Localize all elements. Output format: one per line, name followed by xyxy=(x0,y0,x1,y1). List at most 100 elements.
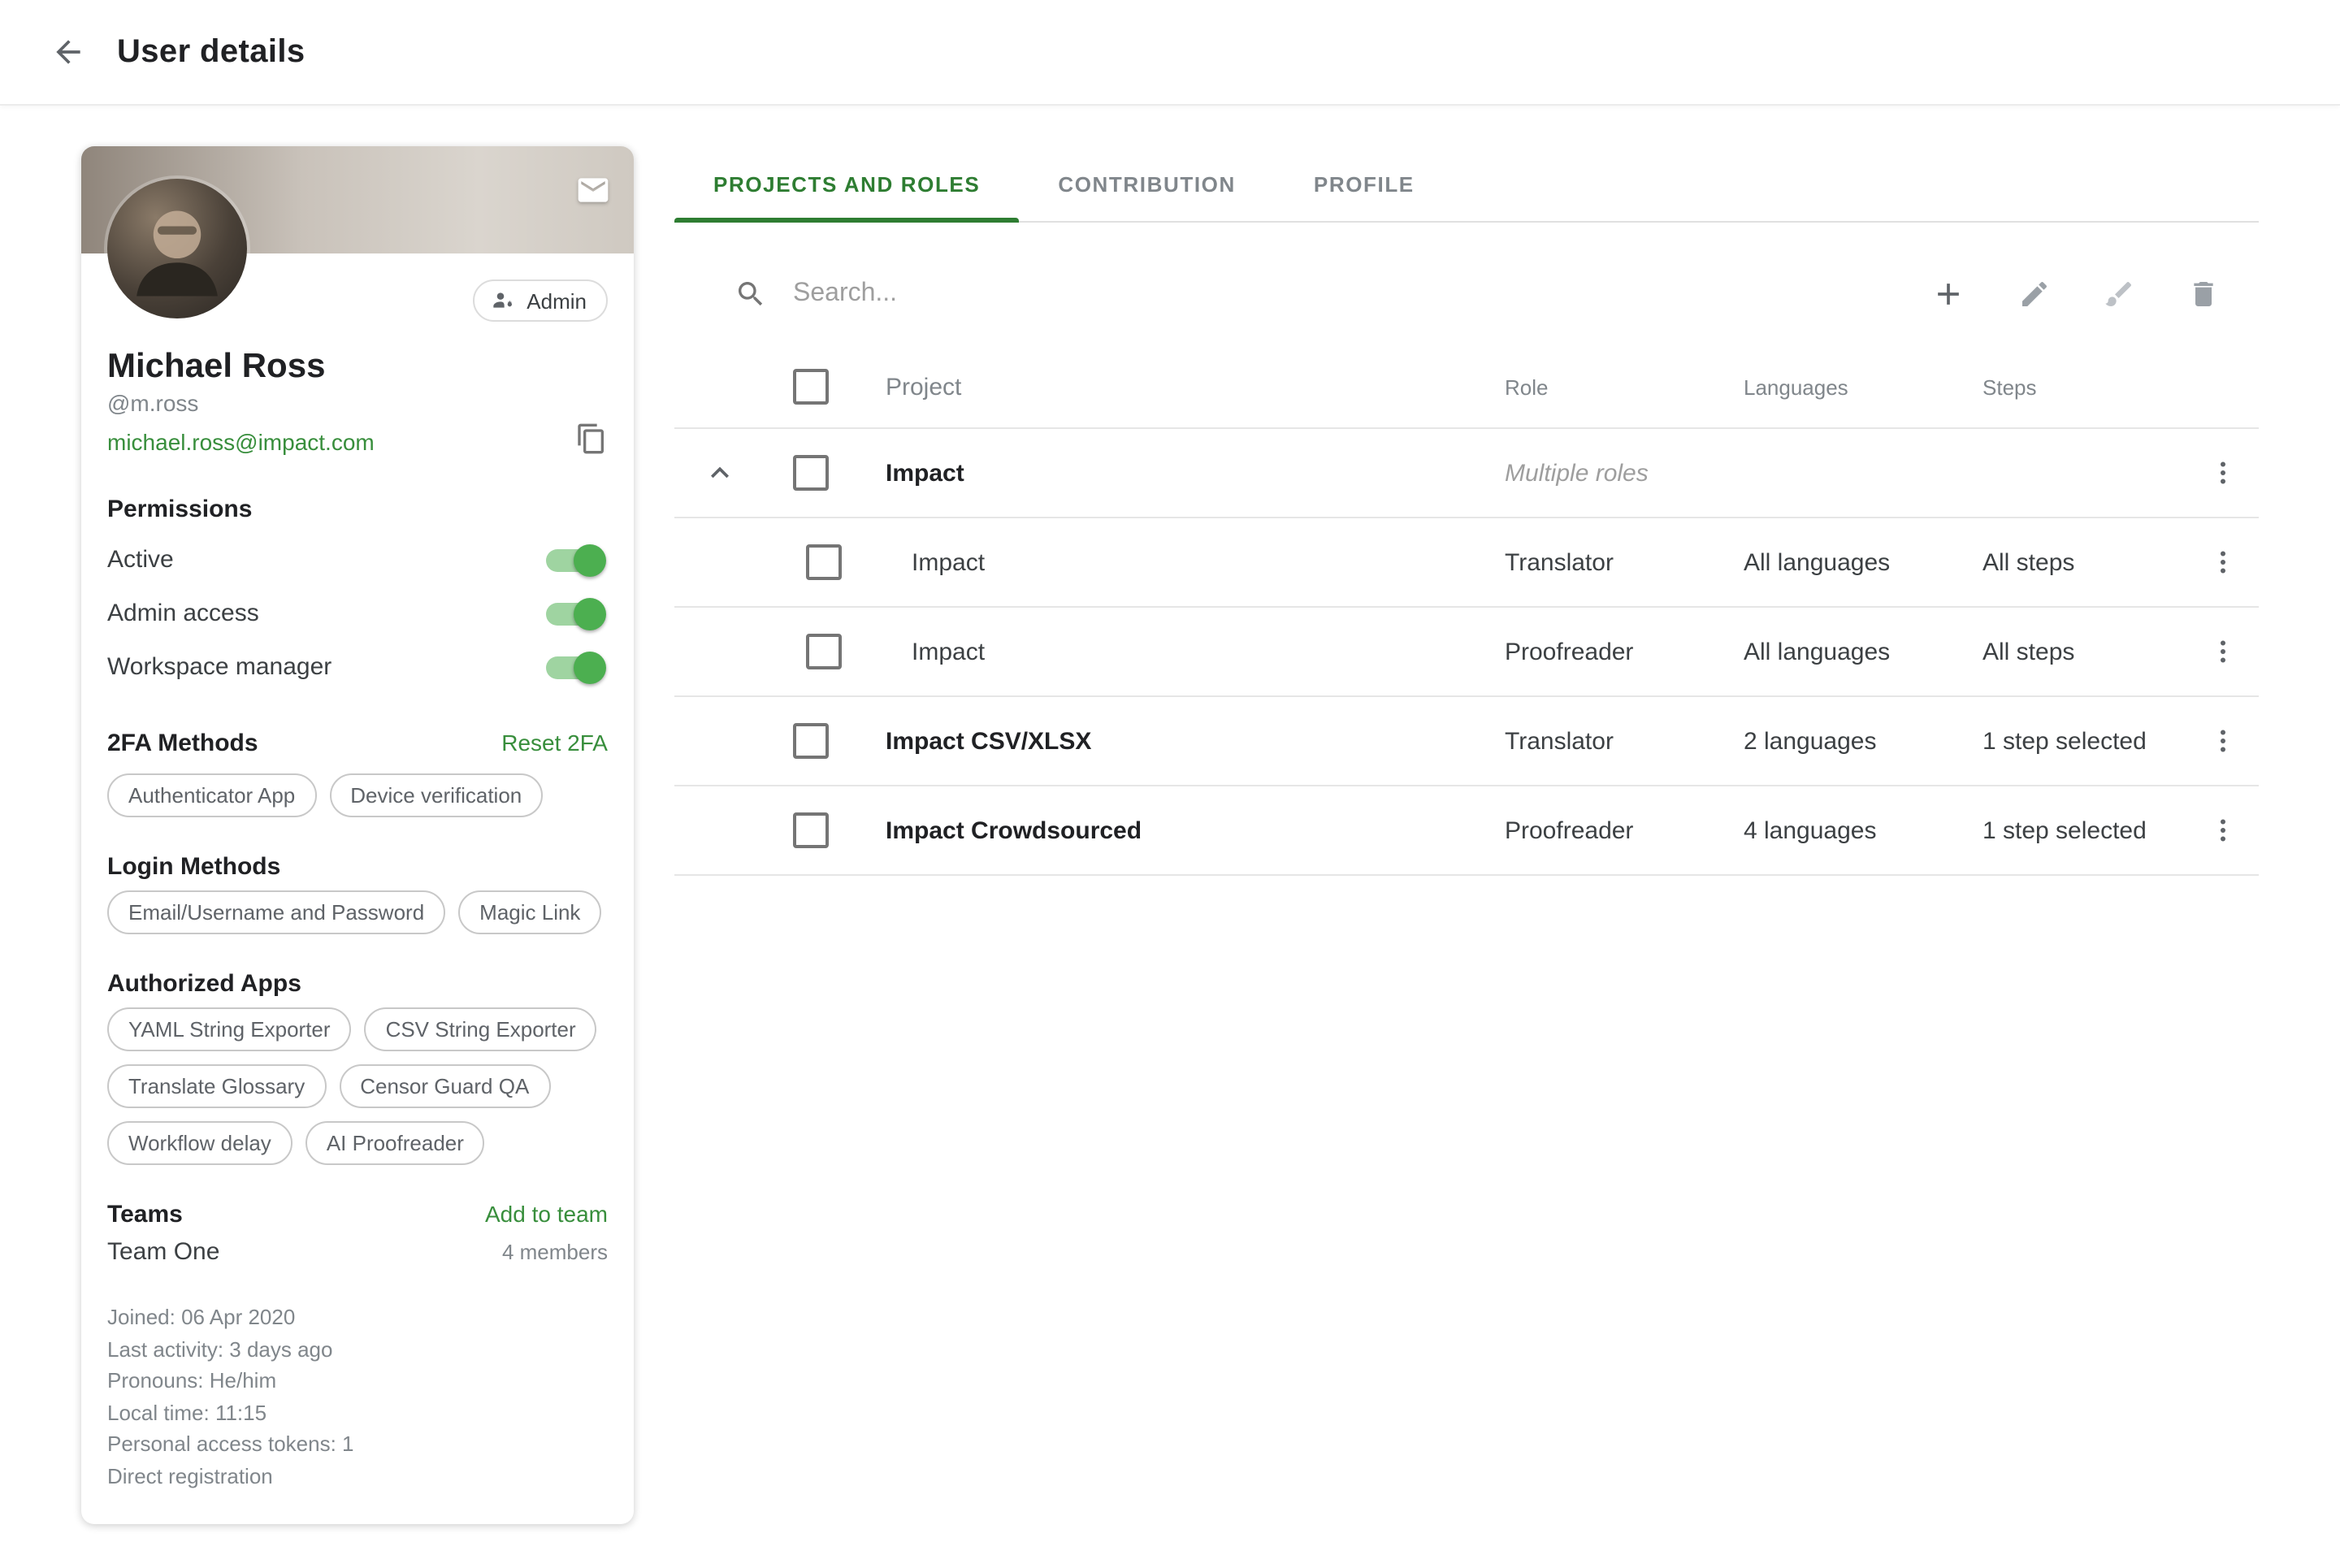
column-header-steps: Steps xyxy=(1982,375,2187,399)
user-meta: Joined: 06 Apr 2020 Last activity: 3 day… xyxy=(107,1302,608,1492)
page-title: User details xyxy=(117,33,306,71)
meta-last-activity: Last activity: 3 days ago xyxy=(107,1333,608,1365)
authorized-app-chips: YAML String Exporter CSV String Exporter… xyxy=(107,1007,608,1165)
twofa-chips: Authenticator App Device verification xyxy=(107,773,608,817)
role-value: Proofreader xyxy=(1505,638,1744,665)
meta-joined: Joined: 06 Apr 2020 xyxy=(107,1302,608,1333)
row-menu-kebab-icon[interactable] xyxy=(2205,812,2241,848)
table-row-group-impact: Impact Multiple roles xyxy=(674,429,2259,518)
projects-table: Project Role Languages Steps Impact Mult… xyxy=(674,346,2259,876)
tab-profile[interactable]: PROFILE xyxy=(1275,146,1454,221)
copy-email-icon[interactable] xyxy=(575,422,608,460)
row-checkbox[interactable] xyxy=(805,544,841,580)
admin-badge: Admin xyxy=(473,279,608,322)
steps-value: 1 step selected xyxy=(1982,727,2187,755)
toolbar-actions xyxy=(1924,270,2259,318)
row-menu-kebab-icon[interactable] xyxy=(2205,455,2241,491)
edit-pencil-icon[interactable] xyxy=(2012,271,2057,317)
meta-pronouns: Pronouns: He/him xyxy=(107,1365,608,1397)
role-value: Translator xyxy=(1505,548,1744,576)
chip-email-password: Email/Username and Password xyxy=(107,890,445,934)
table-row-impact-csv-xlsx: Impact CSV/XLSX Translator 2 languages 1… xyxy=(674,697,2259,786)
languages-value: All languages xyxy=(1744,638,1982,665)
user-handle: @m.ross xyxy=(107,390,608,416)
twofa-title: 2FA Methods xyxy=(107,730,258,757)
steps-value: 1 step selected xyxy=(1982,816,2187,844)
project-name: Impact CSV/XLSX xyxy=(856,727,1505,755)
row-menu-kebab-icon[interactable] xyxy=(2205,634,2241,669)
table-row-impact-proofreader: Impact Proofreader All languages All ste… xyxy=(674,608,2259,697)
chip-authenticator-app: Authenticator App xyxy=(107,773,316,817)
mail-icon[interactable] xyxy=(575,172,611,213)
workspace-manager-toggle[interactable] xyxy=(546,656,601,678)
row-menu-kebab-icon[interactable] xyxy=(2205,544,2241,580)
search-icon xyxy=(734,278,767,310)
chip-device-verification: Device verification xyxy=(329,773,543,817)
row-checkbox[interactable] xyxy=(805,634,841,669)
permissions-title: Permissions xyxy=(107,496,608,523)
avatar xyxy=(107,179,247,318)
admin-badge-label: Admin xyxy=(526,288,587,313)
role-value: Translator xyxy=(1505,727,1744,755)
role-value: Multiple roles xyxy=(1505,459,1744,487)
column-header-role: Role xyxy=(1505,375,1744,399)
login-method-chips: Email/Username and Password Magic Link xyxy=(107,890,608,934)
user-email-link[interactable]: michael.ross@impact.com xyxy=(107,428,375,454)
row-checkbox[interactable] xyxy=(793,812,829,848)
chip-yaml-string-exporter: YAML String Exporter xyxy=(107,1007,352,1051)
back-button[interactable] xyxy=(39,23,98,81)
steps-value: All steps xyxy=(1982,548,2187,576)
user-name: Michael Ross xyxy=(107,348,608,387)
search-input[interactable] xyxy=(790,278,1924,310)
search-box xyxy=(674,278,1924,310)
user-details-page: User details Admin Michael Ross @m.ross xyxy=(0,0,2340,1568)
authorized-apps-title: Authorized Apps xyxy=(107,970,608,998)
tab-contribution[interactable]: CONTRIBUTION xyxy=(1019,146,1275,221)
column-header-project: Project xyxy=(856,373,1505,401)
row-menu-kebab-icon[interactable] xyxy=(2205,723,2241,759)
languages-value: All languages xyxy=(1744,548,1982,576)
table-row-impact-translator: Impact Translator All languages All step… xyxy=(674,518,2259,608)
chip-ai-proofreader: AI Proofreader xyxy=(306,1121,485,1165)
row-checkbox[interactable] xyxy=(793,723,829,759)
add-to-team-link[interactable]: Add to team xyxy=(485,1201,608,1227)
languages-value: 2 languages xyxy=(1744,727,1982,755)
admin-access-toggle[interactable] xyxy=(546,602,601,625)
chip-translate-glossary: Translate Glossary xyxy=(107,1064,326,1108)
steps-value: All steps xyxy=(1982,638,2187,665)
trash-icon[interactable] xyxy=(2181,271,2226,317)
tab-projects-and-roles[interactable]: PROJECTS AND ROLES xyxy=(674,146,1019,221)
languages-value: 4 languages xyxy=(1744,816,1982,844)
collapse-chevron-up-icon[interactable] xyxy=(702,455,738,491)
project-name: Impact Crowdsourced xyxy=(856,816,1505,844)
chip-workflow-delay: Workflow delay xyxy=(107,1121,292,1165)
login-methods-title: Login Methods xyxy=(107,853,608,881)
role-value: Proofreader xyxy=(1505,816,1744,844)
profile-card-body: Admin Michael Ross @m.ross michael.ross@… xyxy=(81,253,634,1524)
profile-card: Admin Michael Ross @m.ross michael.ross@… xyxy=(81,146,634,1524)
main-panel: PROJECTS AND ROLES CONTRIBUTION PROFILE xyxy=(674,104,2259,876)
toggle-label: Workspace manager xyxy=(107,653,332,681)
active-toggle[interactable] xyxy=(546,548,601,571)
meta-local-time: Local time: 11:15 xyxy=(107,1397,608,1428)
project-name: Impact xyxy=(856,548,1505,576)
chip-censor-guard-qa: Censor Guard QA xyxy=(339,1064,550,1108)
toggle-label: Active xyxy=(107,546,174,574)
add-icon[interactable] xyxy=(1924,270,1973,318)
toggle-row-active: Active xyxy=(107,533,608,587)
toggle-row-workspace-manager: Workspace manager xyxy=(107,640,608,694)
meta-access-tokens: Personal access tokens: 1 xyxy=(107,1428,608,1460)
brush-icon[interactable] xyxy=(2096,271,2142,317)
reset-2fa-link[interactable]: Reset 2FA xyxy=(501,730,608,756)
toggle-label: Admin access xyxy=(107,600,259,627)
meta-registration: Direct registration xyxy=(107,1460,608,1492)
toggle-row-admin-access: Admin access xyxy=(107,587,608,640)
chip-csv-string-exporter: CSV String Exporter xyxy=(365,1007,597,1051)
team-name: Team One xyxy=(107,1238,219,1266)
app-header: User details xyxy=(0,0,2340,106)
row-checkbox[interactable] xyxy=(793,455,829,491)
tab-bar: PROJECTS AND ROLES CONTRIBUTION PROFILE xyxy=(674,146,2259,223)
project-name: Impact xyxy=(856,459,1505,487)
select-all-checkbox[interactable] xyxy=(793,369,829,405)
column-header-languages: Languages xyxy=(1744,375,1982,399)
